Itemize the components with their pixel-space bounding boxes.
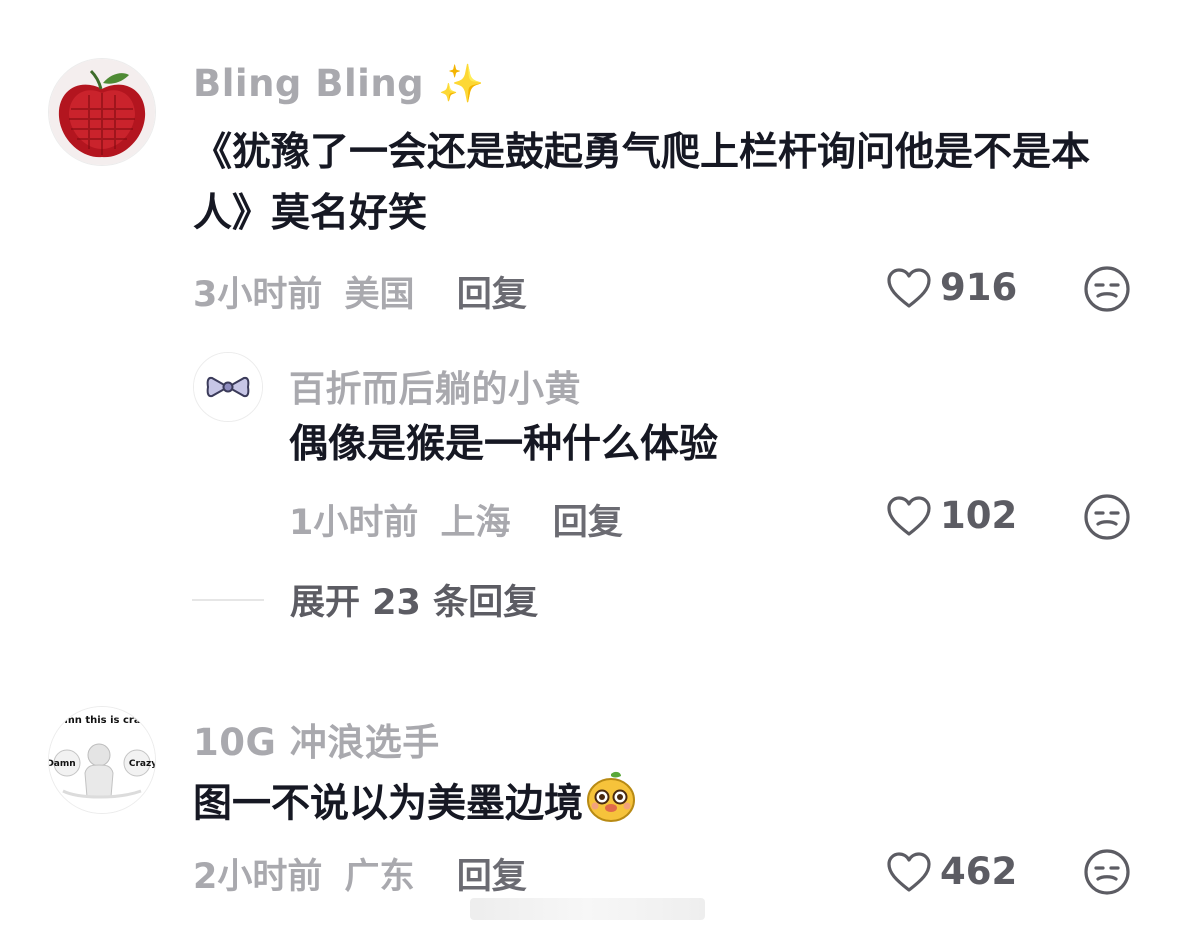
heart-icon <box>887 851 931 892</box>
watermark-strip <box>470 898 705 920</box>
reply-location: 上海 <box>440 503 511 543</box>
like-count: 102 <box>940 494 1018 537</box>
reply-button[interactable]: 回复 <box>457 275 527 315</box>
divider <box>192 598 264 601</box>
expand-replies-button[interactable]: 展开 23 条回复 <box>192 574 538 625</box>
comment-text: 图一不说以为美墨边境 <box>193 770 637 842</box>
heart-icon <box>887 267 931 308</box>
avatar-caption: Damn <box>49 759 76 769</box>
like-count: 916 <box>940 266 1018 309</box>
heart-icon <box>887 495 931 536</box>
comment-text: 《犹豫了一会还是鼓起勇气爬上栏杆询问他是不是本人》莫名好笑 <box>193 130 1091 236</box>
avatar-caption: Crazy <box>129 759 155 769</box>
figure-meme-avatar-icon: amn this is craz Damn Crazy <box>49 707 155 813</box>
comment-location: 美国 <box>344 275 415 315</box>
reply-username[interactable]: 百折而后躺的小黄 <box>289 360 581 412</box>
meh-face-icon <box>1084 494 1130 540</box>
meh-face-icon <box>1084 266 1130 312</box>
username[interactable]: Bling Bling ✨ <box>193 62 485 106</box>
reply-meta: 1小时前 上海 回复 <box>289 494 623 545</box>
like-button[interactable]: 102 <box>886 494 1017 537</box>
like-button[interactable]: 916 <box>886 266 1017 309</box>
bow-avatar-icon <box>194 353 262 421</box>
reply-time: 1小时前 <box>289 503 419 543</box>
dislike-button[interactable] <box>1083 493 1131 545</box>
comment-time: 3小时前 <box>193 275 323 315</box>
reply-text: 偶像是猴是一种什么体验 <box>289 422 719 467</box>
avatar[interactable]: amn this is craz Damn Crazy <box>48 706 156 814</box>
meh-face-icon <box>1084 849 1130 895</box>
expand-replies-label: 展开 23 条回复 <box>290 583 539 623</box>
sticker-emoji-icon <box>585 770 637 842</box>
username[interactable]: 10G 冲浪选手 <box>193 712 440 766</box>
avatar-caption: amn this is craz <box>58 715 147 726</box>
dislike-button[interactable] <box>1083 265 1131 317</box>
username-text: Bling Bling <box>193 62 425 105</box>
dislike-button[interactable] <box>1083 848 1131 900</box>
comment-time: 2小时前 <box>193 857 323 897</box>
reply-avatar[interactable] <box>193 352 263 422</box>
comment-text-content: 图一不说以为美墨边境 <box>193 781 584 827</box>
avatar[interactable] <box>48 58 156 166</box>
reply-button[interactable]: 回复 <box>457 857 527 897</box>
comment-location: 广东 <box>344 857 415 897</box>
sparkles-icon: ✨ <box>438 62 485 105</box>
reply-button[interactable]: 回复 <box>553 503 623 543</box>
comment-meta: 3小时前 美国 回复 <box>193 266 527 317</box>
apple-avatar-icon <box>49 59 155 165</box>
like-button[interactable]: 462 <box>886 850 1017 893</box>
comment-meta: 2小时前 广东 回复 <box>193 848 527 899</box>
like-count: 462 <box>940 850 1018 893</box>
